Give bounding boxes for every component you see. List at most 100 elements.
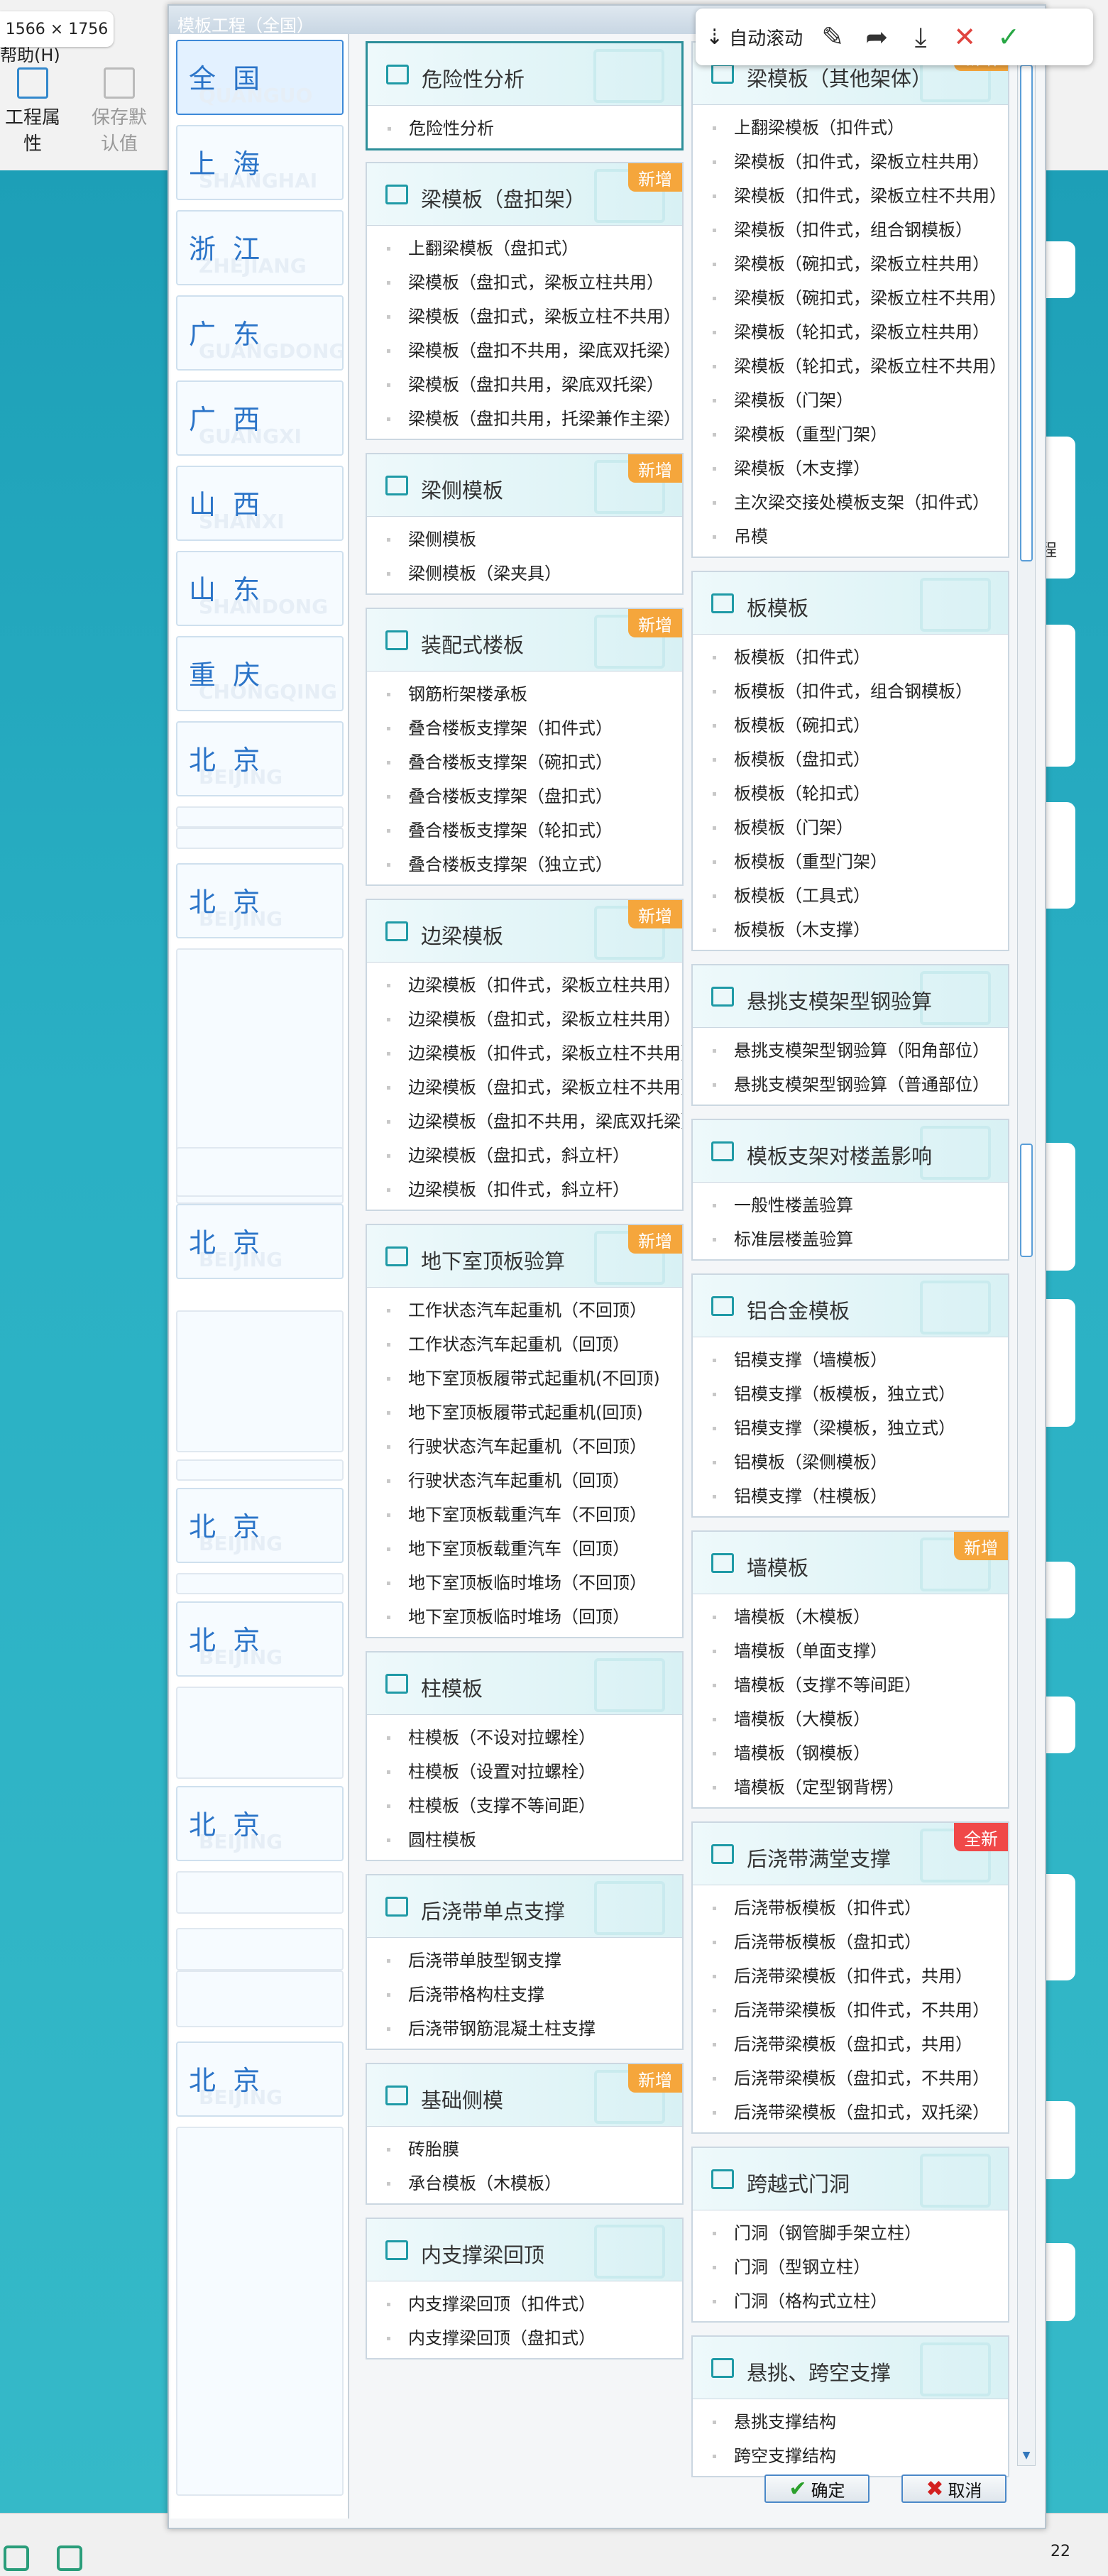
module-item[interactable]: 边梁模板（扣件式，梁板立柱共用） (367, 968, 682, 1002)
module-item[interactable]: 板模板（扣件式，组合钢模板） (693, 674, 1008, 708)
module-item[interactable]: 梁模板（扣件式，梁板立柱不共用） (693, 179, 1008, 213)
module-item[interactable]: 铝模支撑（柱模板） (693, 1479, 1008, 1513)
region-item[interactable]: BEIJING 北 京 (176, 721, 344, 796)
module-item[interactable]: 梁模板（扣件式，梁板立柱共用） (693, 145, 1008, 179)
module-item[interactable]: 跨空支撑结构 (693, 2439, 1008, 2473)
module-item[interactable]: 梁侧模板（梁夹具） (367, 557, 682, 591)
taskbar-app-icon[interactable] (4, 2545, 29, 2571)
region-item[interactable]: GUANGDONG 广 东 (176, 295, 344, 371)
module-item[interactable]: 墙模板（木模板） (693, 1600, 1008, 1634)
module-item[interactable]: 铝模板（梁侧模板） (693, 1445, 1008, 1479)
ribbon-project-properties[interactable]: 工程属性 (0, 67, 68, 155)
ribbon-save-default[interactable]: 保存默认值 (84, 67, 155, 155)
module-item[interactable]: 板模板（扣件式） (693, 640, 1008, 674)
module-item[interactable]: 悬挑支撑结构 (693, 2405, 1008, 2439)
module-item[interactable]: 内支撑梁回顶（盘扣式） (367, 2321, 682, 2355)
module-item[interactable]: 吊模 (693, 520, 1008, 554)
module-header[interactable]: 梁侧模板 新增 (367, 454, 682, 517)
ok-button[interactable]: ✔ 确定 (764, 2474, 870, 2503)
module-item[interactable]: 后浇带梁模板（扣件式，不共用） (693, 1993, 1008, 2027)
module-header[interactable]: 基础侧模 新增 (367, 2064, 682, 2127)
module-item[interactable]: 行驶状态汽车起重机（不回顶） (367, 1430, 682, 1464)
module-item[interactable]: 地下室顶板履带式起重机(回顶) (367, 1396, 682, 1430)
module-header[interactable]: 后浇带满堂支撑 全新 (693, 1823, 1008, 1885)
module-item[interactable]: 边梁模板（盘扣式，梁板立柱不共用） (367, 1070, 682, 1105)
module-header[interactable]: 铝合金模板 (693, 1275, 1008, 1337)
module-item[interactable]: 工作状态汽车起重机（不回顶） (367, 1293, 682, 1327)
module-header[interactable]: 悬挑支模架型钢验算 (693, 965, 1008, 1028)
module-item[interactable]: 板模板（工具式） (693, 879, 1008, 913)
module-item[interactable]: 铝模支撑（墙模板） (693, 1343, 1008, 1377)
module-item[interactable]: 内支撑梁回顶（扣件式） (367, 2287, 682, 2321)
module-item[interactable]: 梁模板（盘扣式，梁板立柱不共用） (367, 300, 682, 334)
module-item[interactable]: 砖胎膜 (367, 2132, 682, 2166)
region-item[interactable]: BEIJING 北 京 (176, 1786, 344, 1861)
module-item[interactable]: 上翻梁模板（扣件式） (693, 111, 1008, 145)
region-item[interactable]: GUANGXI 广 西 (176, 380, 344, 456)
module-item[interactable]: 梁模板（轮扣式，梁板立柱共用） (693, 315, 1008, 349)
module-item[interactable]: 门洞（钢管脚手架立柱） (693, 2216, 1008, 2250)
module-item[interactable]: 墙模板（钢模板） (693, 1736, 1008, 1770)
module-item[interactable]: 板模板（轮扣式） (693, 777, 1008, 811)
module-header[interactable]: 模板支架对楼盖影响 (693, 1120, 1008, 1183)
module-item[interactable]: 板模板（盘扣式） (693, 742, 1008, 777)
region-item[interactable]: BEIJING 北 京 (176, 1601, 344, 1677)
module-item[interactable]: 门洞（格构式立柱） (693, 2284, 1008, 2318)
module-item[interactable]: 梁模板（盘扣式，梁板立柱共用） (367, 265, 682, 300)
module-header[interactable]: 跨越式门洞 (693, 2148, 1008, 2210)
module-item[interactable]: 工作状态汽车起重机（回顶） (367, 1327, 682, 1361)
module-item[interactable]: 危险性分析 (368, 111, 681, 146)
module-item[interactable]: 边梁模板（扣件式，斜立杆） (367, 1173, 682, 1207)
module-item[interactable]: 地下室顶板临时堆场（不回顶） (367, 1566, 682, 1600)
module-header[interactable]: 梁模板（盘扣架） 新增 (367, 163, 682, 226)
module-header[interactable]: 装配式楼板 新增 (367, 609, 682, 672)
module-item[interactable]: 梁模板（盘扣不共用，梁底双托梁） (367, 334, 682, 368)
module-item[interactable]: 叠合楼板支撑架（轮扣式） (367, 813, 682, 848)
module-item[interactable]: 墙模板（大模板） (693, 1702, 1008, 1736)
close-icon[interactable]: ✕ (950, 21, 979, 53)
module-item[interactable]: 主次梁交接处模板支架（扣件式） (693, 486, 1008, 520)
region-item[interactable]: BEIJING 北 京 (176, 2041, 344, 2117)
scroll-down-icon[interactable]: ▼ (1020, 2450, 1033, 2464)
module-item[interactable]: 圆柱模板 (367, 1823, 682, 1857)
module-item[interactable]: 板模板（门架） (693, 811, 1008, 845)
module-item[interactable]: 地下室顶板载重汽车（回顶） (367, 1532, 682, 1566)
module-item[interactable]: 地下室顶板临时堆场（回顶） (367, 1600, 682, 1634)
module-item[interactable]: 柱模板（不设对拉螺栓） (367, 1721, 682, 1755)
region-item[interactable]: QUANGUO 全 国 (176, 40, 344, 115)
module-header[interactable]: 柱模板 (367, 1653, 682, 1715)
module-item[interactable]: 后浇带梁模板（盘扣式，不共用） (693, 2061, 1008, 2095)
module-item[interactable]: 墙模板（单面支撑） (693, 1634, 1008, 1668)
region-item[interactable]: BEIJING 北 京 (176, 1488, 344, 1563)
share-icon[interactable]: ➦ (862, 21, 891, 53)
module-item[interactable]: 墙模板（支撑不等间距） (693, 1668, 1008, 1702)
module-item[interactable]: 门洞（型钢立柱） (693, 2250, 1008, 2284)
module-header[interactable]: 悬挑、跨空支撑 (693, 2337, 1008, 2399)
module-header[interactable]: 板模板 (693, 572, 1008, 635)
module-item[interactable]: 叠合楼板支撑架（独立式） (367, 848, 682, 882)
dialog-scrollbar[interactable]: ▲ ▼ (1017, 35, 1036, 2466)
module-item[interactable]: 柱模板（设置对拉螺栓） (367, 1755, 682, 1789)
module-item[interactable]: 后浇带单肢型钢支撑 (367, 1944, 682, 1978)
module-item[interactable]: 一般性楼盖验算 (693, 1188, 1008, 1222)
module-item[interactable]: 墙模板（定型钢背楞） (693, 1770, 1008, 1804)
region-item[interactable]: BEIJING 北 京 (176, 1204, 344, 1279)
module-item[interactable]: 板模板（木支撑） (693, 913, 1008, 947)
module-item[interactable]: 行驶状态汽车起重机（回顶） (367, 1464, 682, 1498)
module-item[interactable]: 板模板（重型门架） (693, 845, 1008, 879)
module-item[interactable]: 边梁模板（盘扣式，斜立杆） (367, 1139, 682, 1173)
module-item[interactable]: 梁模板（碗扣式，梁板立柱不共用） (693, 281, 1008, 315)
module-item[interactable]: 板模板（碗扣式） (693, 708, 1008, 742)
region-item[interactable]: SHANXI 山 西 (176, 466, 344, 541)
module-item[interactable]: 梁模板（轮扣式，梁板立柱不共用） (693, 349, 1008, 383)
module-item[interactable]: 后浇带板模板（盘扣式） (693, 1925, 1008, 1959)
module-item[interactable]: 钢筋桁架楼承板 (367, 677, 682, 711)
module-item[interactable]: 梁模板（盘扣共用，托梁兼作主梁） (367, 402, 682, 436)
module-header[interactable]: 危险性分析 (368, 43, 681, 106)
module-item[interactable]: 梁侧模板 (367, 522, 682, 557)
module-item[interactable]: 梁模板（碗扣式，梁板立柱共用） (693, 247, 1008, 281)
module-item[interactable]: 梁模板（盘扣共用，梁底双托梁） (367, 368, 682, 402)
module-item[interactable]: 悬挑支模架型钢验算（阳角部位） (693, 1034, 1008, 1068)
module-item[interactable]: 后浇带格构柱支撑 (367, 1978, 682, 2012)
module-item[interactable]: 地下室顶板载重汽车（不回顶） (367, 1498, 682, 1532)
